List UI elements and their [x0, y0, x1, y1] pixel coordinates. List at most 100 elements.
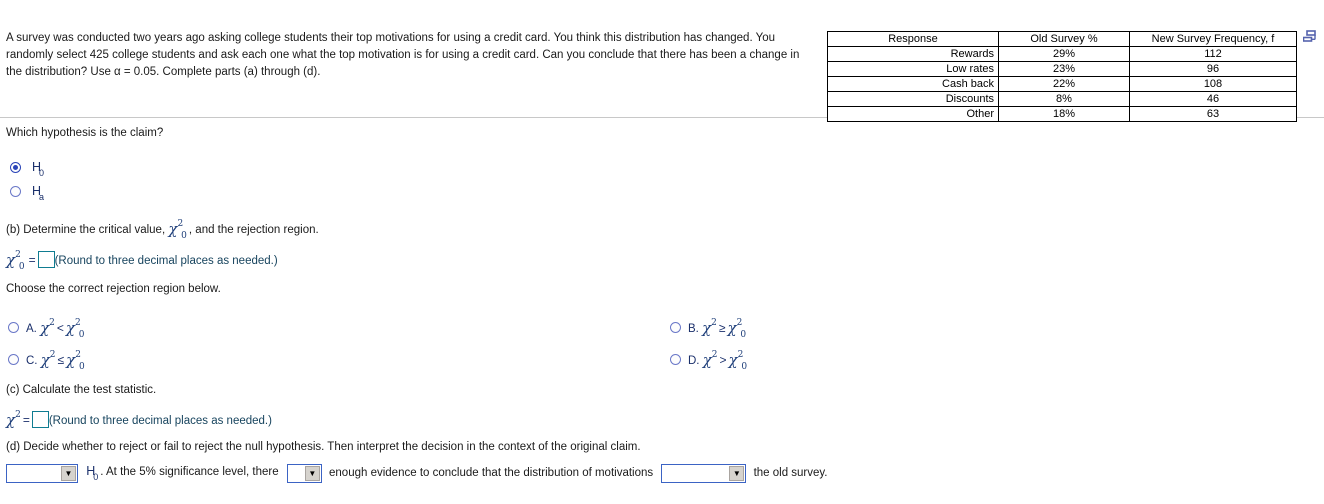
- cell-old-pct: 8%: [998, 91, 1130, 107]
- cell-response: Discounts: [827, 91, 999, 107]
- chi-symbol: χ: [40, 351, 50, 369]
- chi-superscript: 2: [177, 219, 184, 230]
- equals-sign: =: [22, 413, 30, 427]
- chi-subscript: 0: [78, 330, 85, 341]
- part-b-prompt-pre: (b) Determine the critical value,: [6, 224, 169, 236]
- chi-subscript: 0: [740, 330, 747, 341]
- part-d-text-2: . At the 5% significance level, there: [100, 466, 279, 478]
- chi-subscript: 0: [78, 362, 85, 373]
- chi-superscript: 2: [711, 318, 717, 329]
- comparison-operator: >: [719, 353, 727, 367]
- cell-old-pct: 29%: [998, 46, 1130, 62]
- test-statistic-input[interactable]: [31, 411, 49, 429]
- radio-choice-c[interactable]: [8, 354, 19, 365]
- choice-a-label: A. χ2 < χ20: [26, 318, 86, 341]
- chi-symbol: χ: [66, 351, 76, 369]
- cell-new-freq: 96: [1129, 61, 1297, 77]
- cell-new-freq: 63: [1129, 106, 1297, 122]
- equals-sign: =: [28, 253, 36, 267]
- part-a-prompt: Which hypothesis is the claim?: [6, 127, 164, 139]
- part-d-answer-row: ▼ H0. At the 5% significance level, ther…: [6, 462, 828, 485]
- chi-symbol: χ: [6, 251, 16, 269]
- chi-superscript: 2: [736, 318, 743, 329]
- part-d-text-3: enough evidence to conclude that the dis…: [329, 467, 654, 480]
- survey-data-table: Response Old Survey % New Survey Frequen…: [827, 31, 1297, 122]
- choice-b-label: B. χ2 ≥ χ20: [688, 318, 748, 341]
- cell-response: Rewards: [827, 46, 999, 62]
- chi-superscript: 2: [15, 410, 21, 421]
- part-b-hint: (Round to three decimal places as needed…: [54, 255, 278, 267]
- chevron-down-icon[interactable]: ▼: [729, 466, 745, 482]
- table-row: Discounts 8% 46: [827, 91, 1297, 107]
- column-header-old-survey-pct: Old Survey %: [998, 31, 1130, 47]
- cell-response: Low rates: [827, 61, 999, 77]
- cell-new-freq: 46: [1129, 91, 1297, 107]
- choice-c-label: C. χ2 ≤ χ20: [26, 350, 87, 373]
- comparison-operator: <: [56, 321, 64, 335]
- label-hypothesis-ha: Ha: [32, 184, 45, 203]
- part-b-prompt-post: , and the rejection region.: [188, 224, 319, 236]
- cell-old-pct: 18%: [998, 106, 1130, 122]
- part-b-answer-row: χ20= (Round to three decimal places as ne…: [6, 250, 278, 273]
- chi-symbol: χ: [702, 319, 712, 337]
- cell-response: Other: [827, 106, 999, 122]
- chi-symbol: χ: [65, 319, 76, 337]
- chi-superscript: 2: [49, 318, 55, 329]
- chi-superscript: 2: [49, 350, 56, 361]
- label-hypothesis-h0: H0: [32, 160, 45, 179]
- chi-symbol: χ: [727, 319, 737, 337]
- chi-superscript: 2: [75, 318, 81, 329]
- cell-response: Cash back: [827, 76, 999, 92]
- comparison-operator: ≤: [57, 353, 65, 367]
- comparison-select[interactable]: ▼: [661, 464, 747, 484]
- chi-symbol: χ: [40, 319, 50, 337]
- chi-symbol: χ: [702, 351, 712, 369]
- table-row: Other 18% 63: [827, 106, 1297, 122]
- critical-value-input[interactable]: [37, 251, 55, 269]
- chi-superscript: 2: [737, 350, 744, 361]
- radio-choice-a[interactable]: [8, 322, 19, 333]
- chi-superscript: 2: [15, 250, 21, 261]
- part-c-prompt: (c) Calculate the test statistic.: [6, 384, 157, 396]
- cell-old-pct: 23%: [998, 61, 1130, 77]
- choice-c-key: C.: [26, 355, 38, 367]
- evidence-select[interactable]: ▼: [286, 464, 322, 484]
- column-header-response: Response: [827, 31, 999, 47]
- choice-b-key: B.: [688, 323, 699, 335]
- decision-select[interactable]: ▼: [6, 464, 78, 484]
- cell-new-freq: 108: [1129, 76, 1297, 92]
- part-c-hint: (Round to three decimal places as needed…: [48, 415, 272, 427]
- choice-d-key: D.: [688, 355, 700, 367]
- rejection-region-prompt: Choose the correct rejection region belo…: [6, 283, 221, 295]
- column-header-new-survey-frequency: New Survey Frequency, f: [1129, 31, 1297, 47]
- radio-hypothesis-h0[interactable]: [10, 162, 21, 173]
- table-row: Cash back 22% 108: [827, 76, 1297, 92]
- part-d-text-4: the old survey.: [753, 467, 828, 480]
- table-row: Low rates 23% 96: [827, 61, 1297, 77]
- chi-subscript: 0: [18, 262, 25, 273]
- chevron-down-icon[interactable]: ▼: [304, 466, 320, 482]
- choice-d-label: D. χ2 > χ20: [688, 350, 749, 373]
- choice-a-key: A.: [26, 323, 37, 335]
- chi-symbol: χ: [6, 411, 16, 429]
- problem-statement: A survey was conducted two years ago ask…: [6, 32, 800, 78]
- radio-hypothesis-ha[interactable]: [10, 186, 21, 197]
- cell-old-pct: 22%: [998, 76, 1130, 92]
- table-row: Rewards 29% 112: [827, 46, 1297, 62]
- part-b-prompt: (b) Determine the critical value, χ20, a…: [6, 219, 319, 242]
- chi-symbol: χ: [728, 351, 738, 369]
- chi-subscript: 0: [181, 231, 187, 242]
- table-header-row: Response Old Survey % New Survey Frequen…: [827, 31, 1297, 47]
- table-popout-icon[interactable]: [1302, 30, 1319, 44]
- radio-choice-b[interactable]: [670, 322, 681, 333]
- comparison-operator: ≥: [718, 321, 726, 335]
- chi-superscript: 2: [711, 350, 718, 361]
- h0-subscript: 0: [93, 472, 99, 483]
- radio-choice-d[interactable]: [670, 354, 681, 365]
- chevron-down-icon[interactable]: ▼: [61, 466, 76, 482]
- part-d-prompt: (d) Decide whether to reject or fail to …: [6, 441, 641, 453]
- chi-superscript: 2: [75, 350, 81, 361]
- chi-subscript: 0: [741, 362, 748, 373]
- cell-new-freq: 112: [1129, 46, 1297, 62]
- part-c-answer-row: χ2 = (Round to three decimal places as nee…: [6, 410, 272, 429]
